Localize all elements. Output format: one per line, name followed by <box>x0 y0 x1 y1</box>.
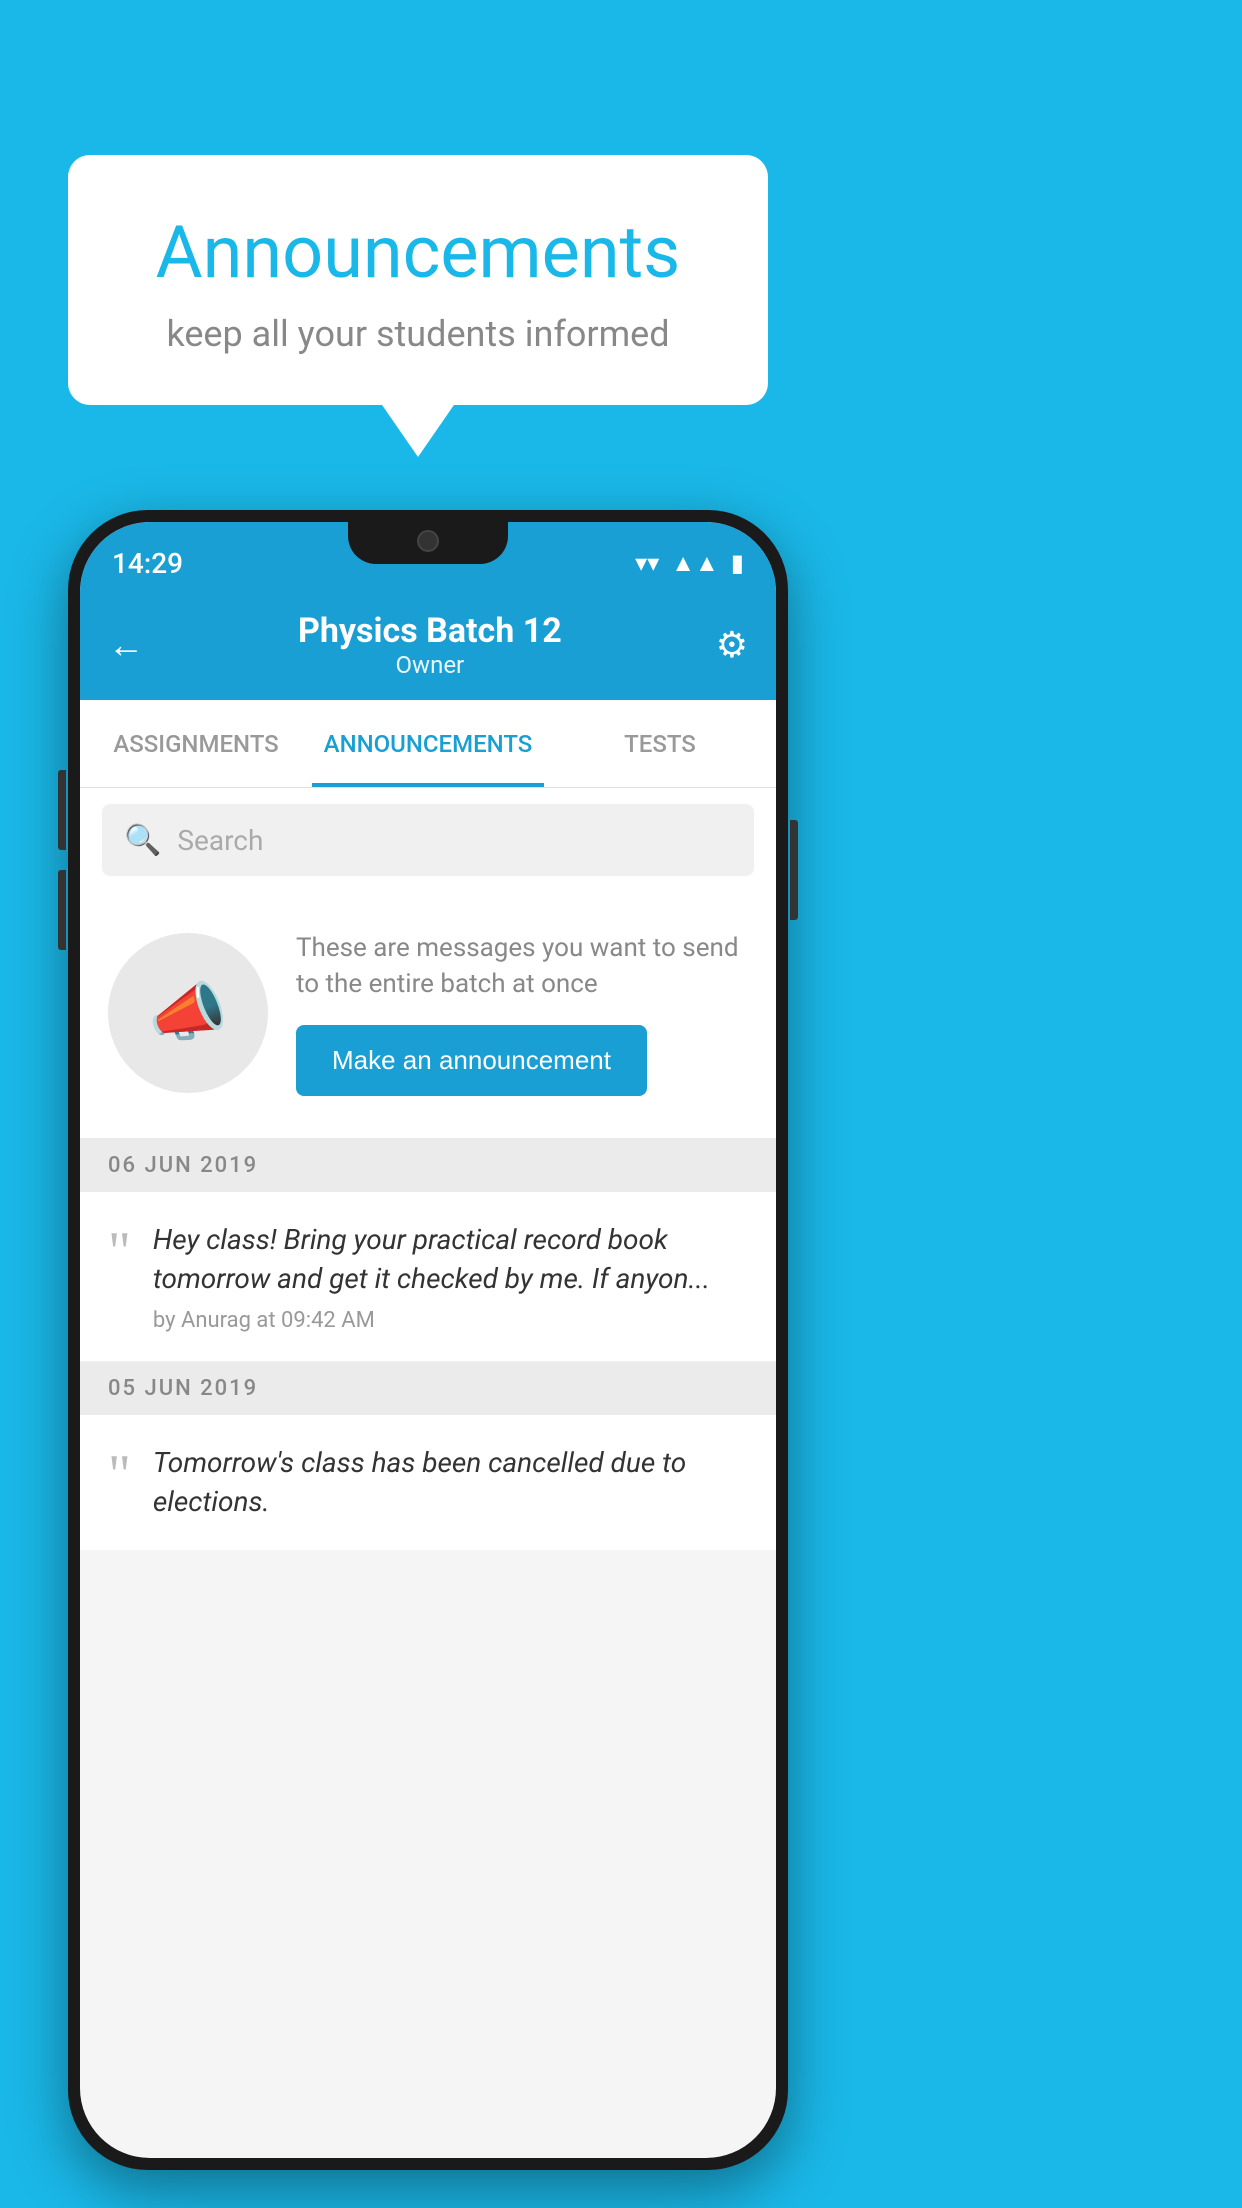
date-separator-2: 05 JUN 2019 <box>80 1362 776 1415</box>
bubble-subtitle: keep all your students informed <box>128 313 708 355</box>
announcement-item-1: " Hey class! Bring your practical record… <box>80 1192 776 1362</box>
quote-icon-2: " <box>108 1447 131 1503</box>
announcement-item-2: " Tomorrow's class has been cancelled du… <box>80 1415 776 1549</box>
settings-icon[interactable]: ⚙ <box>716 624 748 666</box>
wifi-icon: ▾▾ <box>635 549 659 577</box>
announcement-content-2: Tomorrow's class has been cancelled due … <box>153 1443 748 1531</box>
search-placeholder: Search <box>177 824 263 857</box>
announcement-text-1: Hey class! Bring your practical record b… <box>153 1220 748 1298</box>
speech-bubble: Announcements keep all your students inf… <box>68 155 768 405</box>
search-icon: 🔍 <box>124 823 161 858</box>
vol-up-button <box>58 770 66 850</box>
phone-container: 14:29 ▾▾ ▲▲ ▮ ← Physics Batch 12 Owner ⚙ <box>68 510 788 2170</box>
status-time: 14:29 <box>112 547 183 580</box>
header-title: Physics Batch 12 <box>298 611 562 651</box>
announcement-content-1: Hey class! Bring your practical record b… <box>153 1220 748 1333</box>
search-bar-container: 🔍 Search <box>80 788 776 892</box>
search-bar[interactable]: 🔍 Search <box>102 804 754 876</box>
front-camera <box>417 530 439 552</box>
header-center: Physics Batch 12 Owner <box>298 611 562 679</box>
status-icons: ▾▾ ▲▲ ▮ <box>635 549 744 578</box>
speech-bubble-container: Announcements keep all your students inf… <box>68 155 768 405</box>
megaphone-icon: 📣 <box>148 975 228 1050</box>
phone-notch <box>348 522 508 564</box>
signal-icon: ▲▲ <box>671 549 719 578</box>
tab-announcements[interactable]: ANNOUNCEMENTS <box>312 700 544 787</box>
announcement-icon-circle: 📣 <box>108 933 268 1093</box>
phone-outer: 14:29 ▾▾ ▲▲ ▮ ← Physics Batch 12 Owner ⚙ <box>68 510 788 2170</box>
announcement-text-2: Tomorrow's class has been cancelled due … <box>153 1443 748 1521</box>
promo-right: These are messages you want to send to t… <box>296 930 748 1096</box>
promo-section: 📣 These are messages you want to send to… <box>80 892 776 1139</box>
promo-text: These are messages you want to send to t… <box>296 930 748 1003</box>
app-header: ← Physics Batch 12 Owner ⚙ <box>80 590 776 700</box>
battery-icon: ▮ <box>731 549 744 577</box>
make-announcement-button[interactable]: Make an announcement <box>296 1025 647 1096</box>
power-button <box>790 820 798 920</box>
header-subtitle: Owner <box>298 651 562 679</box>
back-button[interactable]: ← <box>108 624 144 666</box>
vol-down-button <box>58 870 66 950</box>
tab-assignments[interactable]: ASSIGNMENTS <box>80 700 312 787</box>
date-separator-1: 06 JUN 2019 <box>80 1139 776 1192</box>
announcement-meta-1: by Anurag at 09:42 AM <box>153 1308 748 1333</box>
tab-tests[interactable]: TESTS <box>544 700 776 787</box>
tabs-bar: ASSIGNMENTS ANNOUNCEMENTS TESTS <box>80 700 776 788</box>
bubble-title: Announcements <box>128 210 708 295</box>
quote-icon-1: " <box>108 1224 131 1280</box>
phone-screen: 14:29 ▾▾ ▲▲ ▮ ← Physics Batch 12 Owner ⚙ <box>80 522 776 2158</box>
